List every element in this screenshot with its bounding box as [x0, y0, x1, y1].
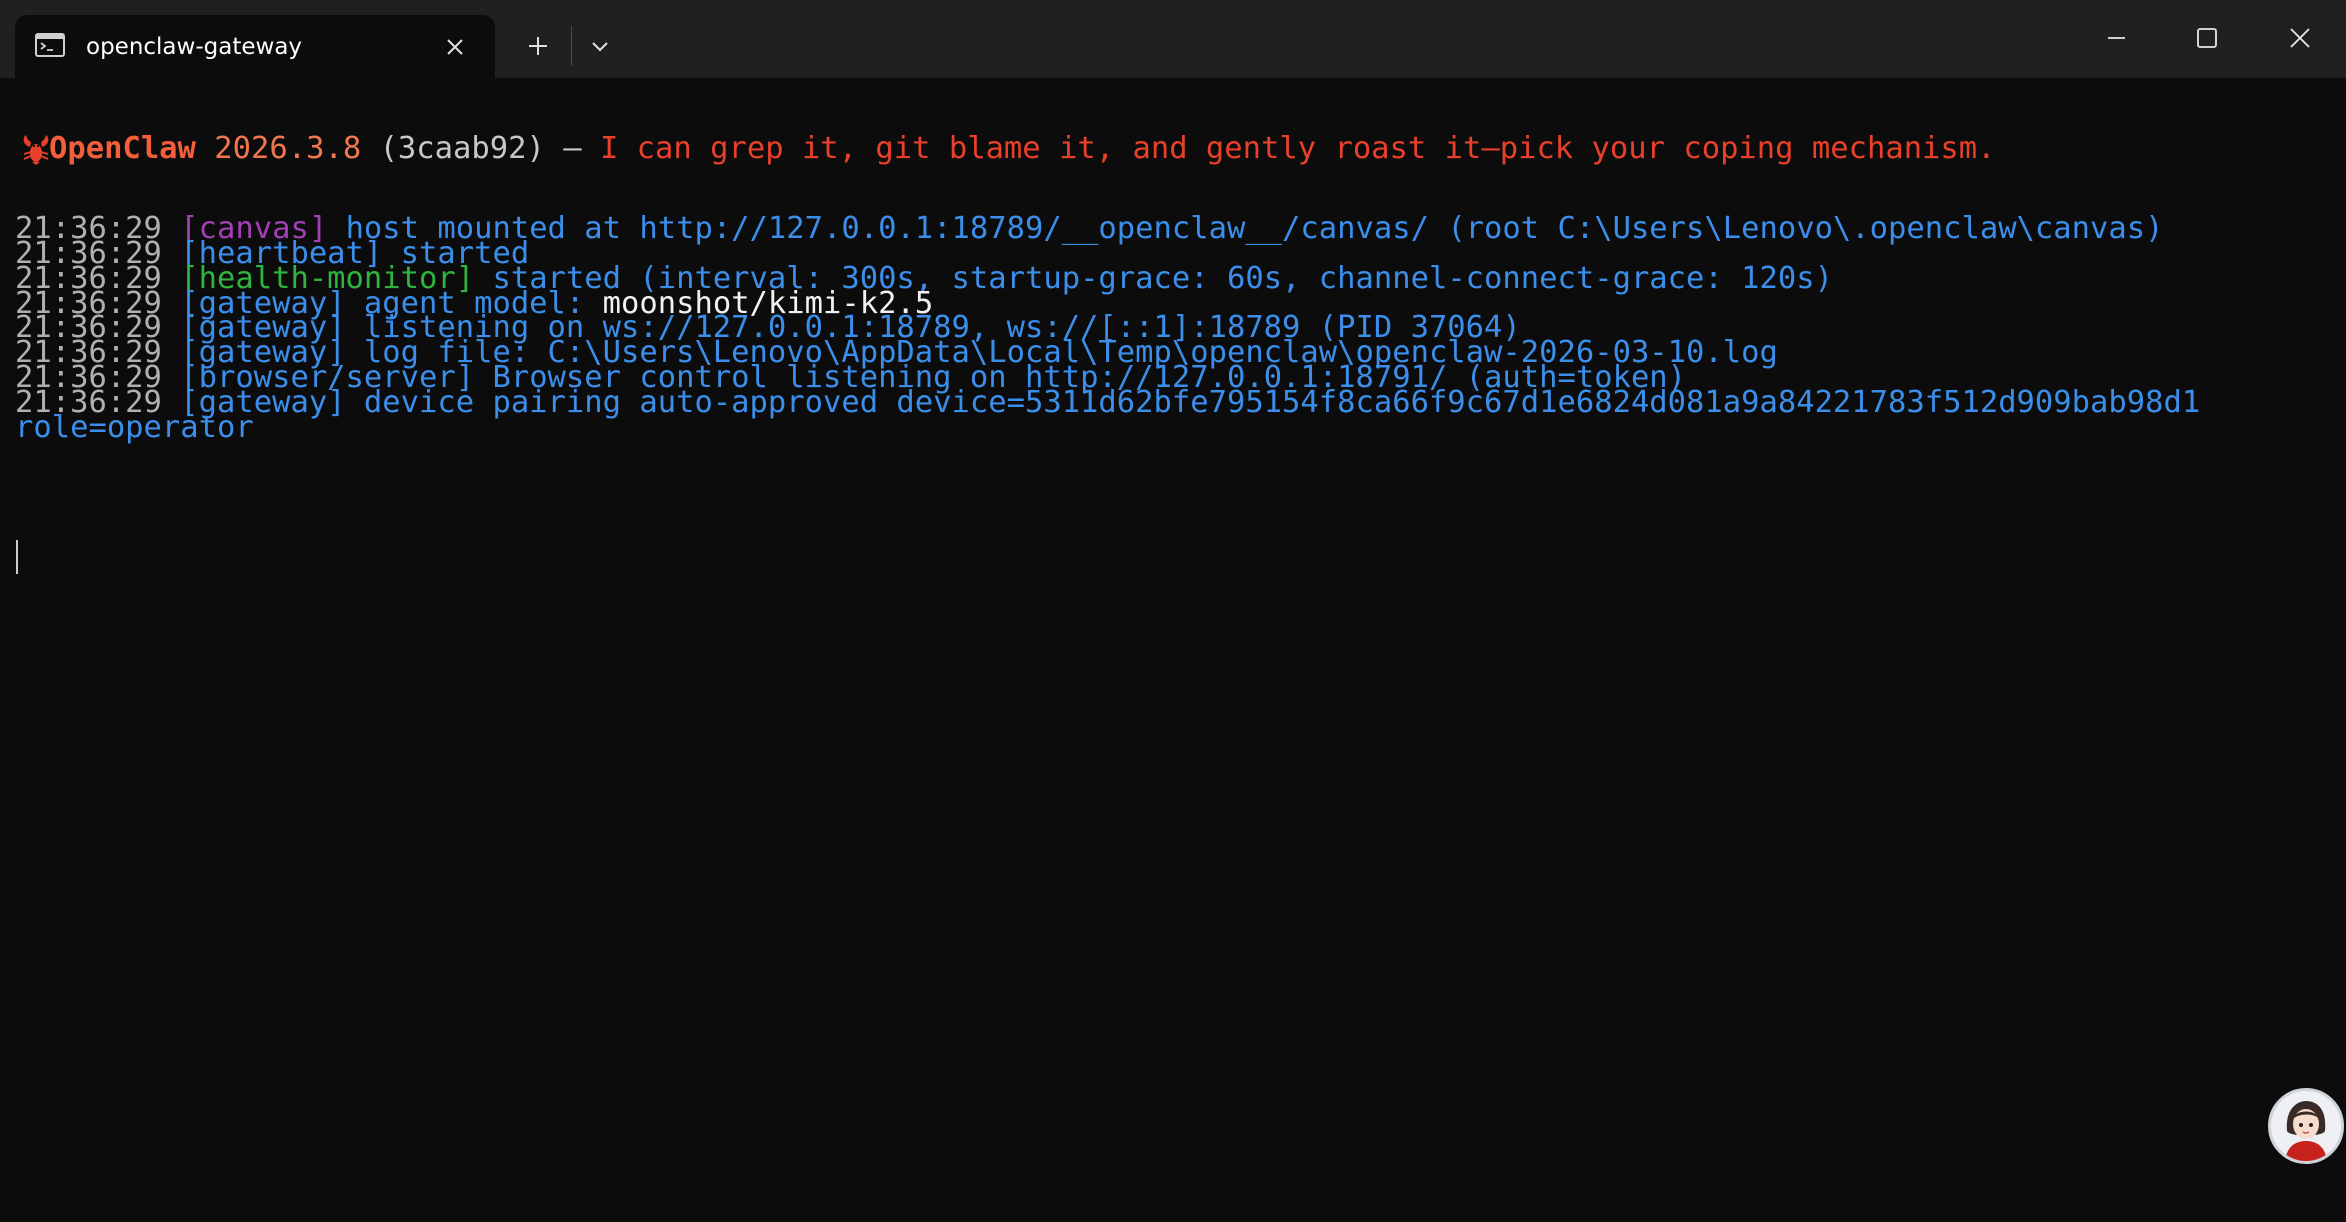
user-avatar[interactable]	[2268, 1088, 2344, 1164]
minimize-button[interactable]	[2086, 12, 2146, 64]
terminal-window: openclaw-gateway OpenClaw 2026.3.8 (3caa…	[0, 0, 2346, 1222]
tab-separator	[571, 26, 572, 66]
banner-tagline: I can grep it, git blame it, and gently …	[599, 131, 1996, 166]
log-message: host mounted at http://127.0.0.1:18789/_…	[345, 211, 2164, 246]
terminal-output[interactable]: OpenClaw 2026.3.8 (3caab92) — I can grep…	[15, 78, 2335, 1208]
tab-title: openclaw-gateway	[86, 34, 303, 60]
close-window-button[interactable]	[2270, 12, 2330, 64]
tab-openclaw-gateway[interactable]: openclaw-gateway	[15, 15, 495, 78]
banner-commit: (3caab92)	[379, 131, 545, 166]
log-line: 21:36:29 [gateway] device pairing auto-a…	[15, 384, 2200, 421]
close-tab-icon[interactable]	[440, 32, 470, 62]
banner-dash: —	[563, 131, 582, 166]
lobster-icon	[23, 135, 49, 165]
log-line-continuation: role=operator	[15, 410, 254, 445]
log-message: device pairing auto-approved device=5311…	[363, 385, 2201, 420]
chevron-down-icon[interactable]	[580, 26, 620, 66]
banner-line: OpenClaw 2026.3.8 (3caab92) — I can grep…	[49, 130, 1996, 167]
avatar-image	[2271, 1091, 2341, 1161]
new-tab-button[interactable]	[518, 26, 558, 66]
title-bar: openclaw-gateway	[0, 0, 2346, 78]
banner-name: OpenClaw	[49, 131, 196, 166]
banner-version: 2026.3.8	[214, 131, 362, 166]
text-cursor	[16, 540, 18, 574]
terminal-icon	[35, 33, 65, 57]
maximize-button[interactable]	[2177, 12, 2237, 64]
